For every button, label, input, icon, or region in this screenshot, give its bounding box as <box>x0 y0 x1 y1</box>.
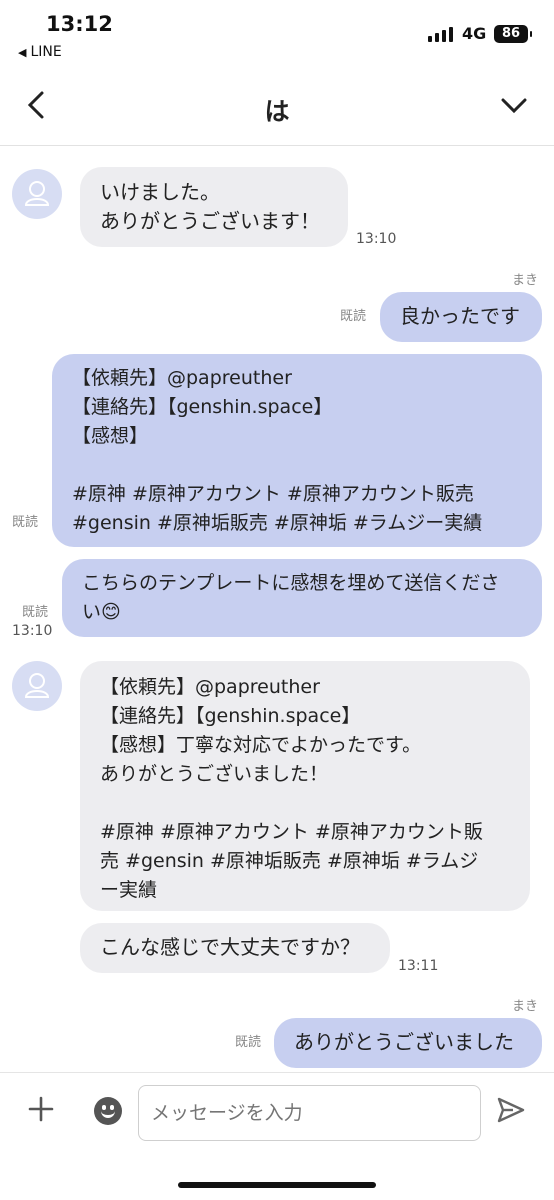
message-composer <box>0 1072 554 1200</box>
add-attachment-button[interactable] <box>28 1095 54 1127</box>
back-app-label: LINE <box>30 44 62 60</box>
read-receipt: 既読 <box>235 1035 262 1050</box>
message-bubble-incoming[interactable]: いけました。 ありがとうございます！ <box>80 167 348 247</box>
read-receipt: 既読 <box>12 515 39 530</box>
smiley-mouth <box>101 1110 115 1118</box>
menu-toggle-button[interactable] <box>500 92 528 120</box>
send-icon <box>497 1097 525 1123</box>
read-receipt: 既読 <box>22 605 49 620</box>
message-time: 13:11 <box>398 958 439 974</box>
signal-icon <box>428 26 453 42</box>
message-list[interactable]: いけました。 ありがとうございます！ 13:10 まき 既読 良かったです 【依… <box>0 147 554 1072</box>
status-time: 13:12 <box>46 12 113 36</box>
message-bubble-outgoing[interactable]: こちらのテンプレートに感想を埋めて送信くださ い😊 <box>62 559 542 637</box>
message-bubble-incoming[interactable]: こんな感じで大丈夫ですか？ <box>80 923 390 973</box>
message-time: 13:10 <box>356 231 397 247</box>
status-bar: 13:12 ◀ LINE 4G 86 <box>0 0 554 72</box>
user-icon <box>24 181 50 206</box>
avatar[interactable] <box>12 661 62 711</box>
chat-header: は <box>0 72 554 146</box>
message-input[interactable] <box>138 1085 481 1141</box>
message-bubble-incoming[interactable]: 【依頼先】@papreuther 【連絡先】【genshin.space】 【感… <box>80 661 530 911</box>
avatar[interactable] <box>12 169 62 219</box>
user-icon <box>24 673 50 698</box>
message-bubble-outgoing[interactable]: ありがとうございました <box>274 1018 542 1068</box>
home-indicator[interactable] <box>178 1182 376 1188</box>
sender-name: まき <box>512 273 539 288</box>
network-label: 4G <box>462 24 487 43</box>
message-bubble-outgoing[interactable]: 【依頼先】@papreuther 【連絡先】【genshin.space】 【感… <box>52 354 542 547</box>
sender-name: まき <box>512 999 539 1014</box>
message-time: 13:10 <box>12 623 53 639</box>
battery-icon: 86 <box>494 25 532 43</box>
back-triangle-icon: ◀ <box>18 46 27 59</box>
plus-icon <box>28 1096 54 1122</box>
chat-title: は <box>264 97 290 126</box>
smiley-icon[interactable] <box>94 1097 122 1125</box>
send-button[interactable] <box>496 1095 528 1127</box>
chevron-down-icon <box>501 98 527 114</box>
message-bubble-outgoing[interactable]: 良かったです <box>380 292 542 342</box>
read-receipt: 既読 <box>340 309 367 324</box>
back-to-app[interactable]: ◀ LINE <box>18 44 62 60</box>
